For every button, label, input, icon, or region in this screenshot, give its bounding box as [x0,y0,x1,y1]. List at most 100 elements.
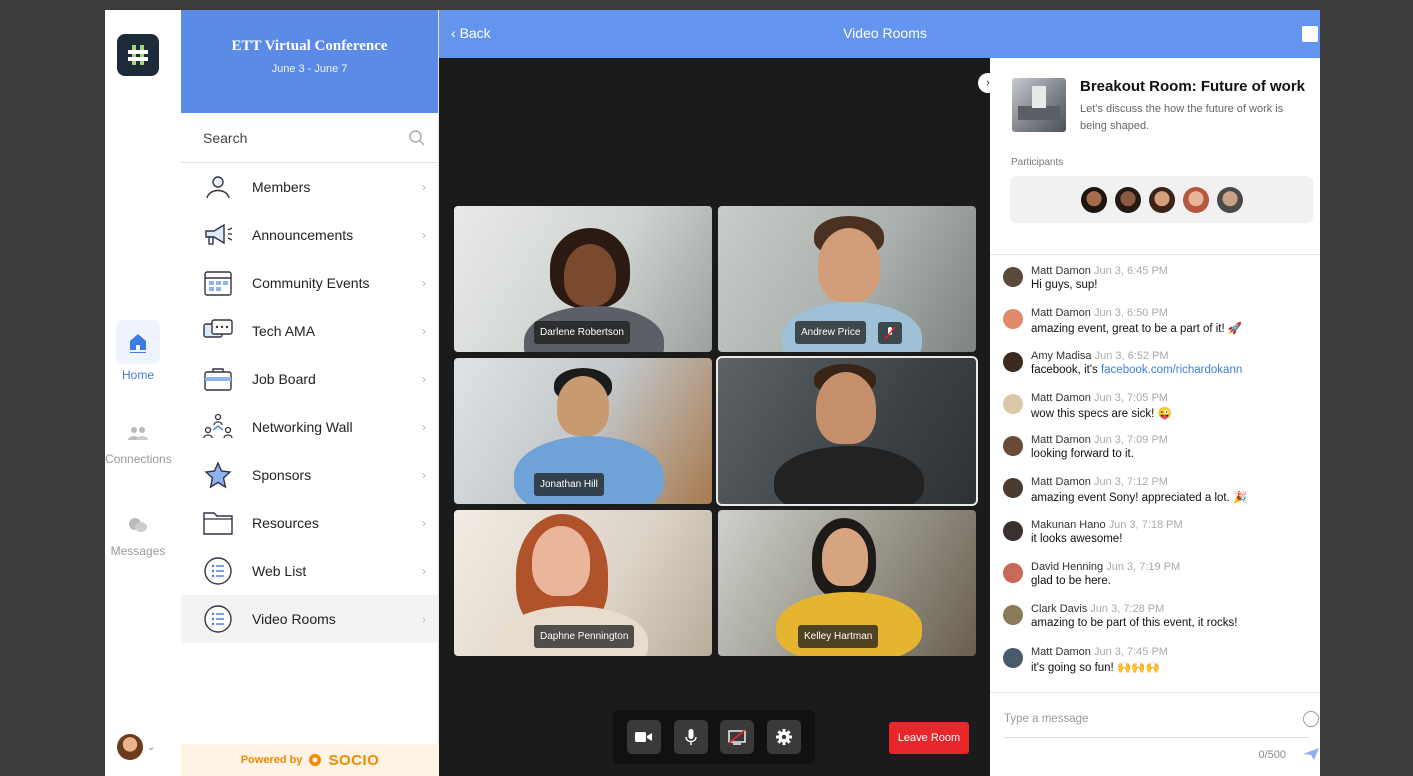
menu-item-networking-wall[interactable]: Networking Wall › [181,403,438,451]
message-time: Jun 3, 6:50 PM [1093,307,1168,320]
message-author: Matt Damon [1031,307,1091,320]
avatar [1003,351,1023,372]
message-author: Amy Madisa [1031,349,1092,362]
powered-by-label: Powered by [240,754,303,766]
menu-item-label: Announcements [252,227,354,243]
chevron-right-icon: › [422,420,426,434]
chat-message: Matt Damon Jun 3, 7:05 PM wow this specs … [1003,392,1313,434]
briefcase-icon [201,364,235,394]
video-tile[interactable]: Darlene Robertson [454,206,712,352]
room-description: Let's discuss the how the future of work… [1080,103,1284,132]
message-text: it's going so fun! 🙌🙌🙌 [1031,661,1160,674]
rail-connections-label: Connections [105,452,172,466]
connections-icon [116,420,160,446]
list-icon [201,604,235,634]
settings-button[interactable] [766,720,801,754]
participant-avatar[interactable] [1080,186,1107,213]
avatar [1003,520,1023,541]
menu-item-job-board[interactable]: Job Board › [181,355,438,403]
screen-share-button[interactable] [720,720,755,754]
participant-face [532,526,590,596]
video-tile-active[interactable] [716,356,978,506]
avatar [1003,267,1023,287]
chevron-right-icon: › [422,516,426,530]
mic-muted-icon [878,322,902,344]
chevron-right-icon: › [422,228,426,242]
video-tile[interactable]: Daphne Pennington [454,510,712,656]
leave-room-button[interactable]: Leave Room [889,722,969,754]
avatar [1003,478,1023,499]
participant-face [816,372,876,444]
participant-avatar[interactable] [1216,186,1243,213]
video-tile[interactable]: Jonathan Hill [454,358,712,504]
video-tile[interactable]: Kelley Hartman [718,510,976,656]
participants-label: Participants [1011,157,1064,168]
menu-item-tech-ama[interactable]: Tech AMA › [181,307,438,355]
menu-item-label: Video Rooms [252,611,336,627]
search-input[interactable]: Search [181,113,438,163]
chevron-right-icon: › [422,468,426,482]
menu-item-label: Job Board [252,371,316,387]
participant-face [822,528,868,586]
menu-item-resources[interactable]: Resources › [181,499,438,547]
input-underline [1004,737,1309,738]
camera-icon [635,732,653,742]
message-text: facebook, it's [1031,363,1101,376]
menu-item-label: Web List [252,563,307,579]
participant-name: Daphne Pennington [534,625,635,648]
collapse-panel-button[interactable]: › [978,73,998,93]
message-author: Clark Davis [1031,603,1088,616]
message-time: Jun 3, 7:19 PM [1106,561,1181,574]
expand-icon[interactable] [1302,26,1318,42]
video-tile[interactable]: Andrew Price [718,206,976,352]
room-info: Breakout Room: Future of work Let's disc… [990,58,1320,135]
rail-home[interactable]: Home [105,320,171,382]
menu-item-announcements[interactable]: Announcements › [181,211,438,259]
divider [990,254,1320,255]
call-controls [613,710,815,764]
chat-message: Amy Madisa Jun 3, 6:52 PM facebook, it's … [1003,350,1313,392]
participant-avatar[interactable] [1114,186,1141,213]
chat-message: Makunan Hano Jun 3, 7:18 PM it looks awes… [1003,519,1313,561]
participant-avatar[interactable] [1182,186,1209,213]
chevron-down-icon: ⌄ [147,741,156,753]
menu-item-sponsors[interactable]: Sponsors › [181,451,438,499]
message-link[interactable]: facebook.com/richardokann [1101,364,1242,376]
message-input[interactable]: Type a message [1004,713,1088,725]
message-text: amazing event Sony! appreciated a lot. 🎉 [1031,492,1248,505]
rail-messages[interactable]: Messages [105,512,171,558]
chevron-right-icon: › [422,180,426,194]
home-icon [116,320,160,364]
participant-name: Andrew Price [795,321,867,344]
chevron-right-icon: › [986,77,990,89]
microphone-icon [685,729,697,745]
user-menu[interactable]: ⌄ [117,734,155,760]
message-author: Matt Damon [1031,476,1091,489]
room-side-panel: Breakout Room: Future of work Let's disc… [990,58,1320,776]
send-icon[interactable] [1302,747,1320,761]
camera-button[interactable] [627,720,662,754]
menu-item-web-list[interactable]: Web List › [181,547,438,595]
char-count: 0/500 [1258,749,1286,761]
chat-bubbles-icon [201,316,235,346]
hashtag-logo-icon [125,42,151,68]
message-time: Jun 3, 7:09 PM [1093,434,1168,447]
app-logo[interactable] [117,34,159,76]
message-time: Jun 3, 6:52 PM [1094,349,1169,362]
microphone-button[interactable] [673,720,708,754]
menu-item-community-events[interactable]: Community Events › [181,259,438,307]
powered-by-footer[interactable]: Powered by SOCIO [181,744,439,776]
participant-avatar[interactable] [1148,186,1175,213]
event-title: ETT Virtual Conference [231,38,388,54]
avatar [117,734,143,760]
chat-message: David Henning Jun 3, 7:19 PM glad to be h… [1003,561,1313,603]
emoji-icon[interactable] [1303,711,1319,727]
menu-item-members[interactable]: Members › [181,163,438,211]
message-time: Jun 3, 7:28 PM [1090,603,1165,616]
chat-message: Matt Damon Jun 3, 7:45 PM it's going so f… [1003,646,1313,688]
event-header: ETT Virtual Conference June 3 - June 7 [181,10,438,113]
rail-connections[interactable]: Connections [105,420,172,466]
menu-item-video-rooms[interactable]: Video Rooms › [181,595,438,643]
participant-name: Darlene Robertson [534,321,630,344]
message-text: wow this specs are sick! 😜 [1031,407,1172,420]
